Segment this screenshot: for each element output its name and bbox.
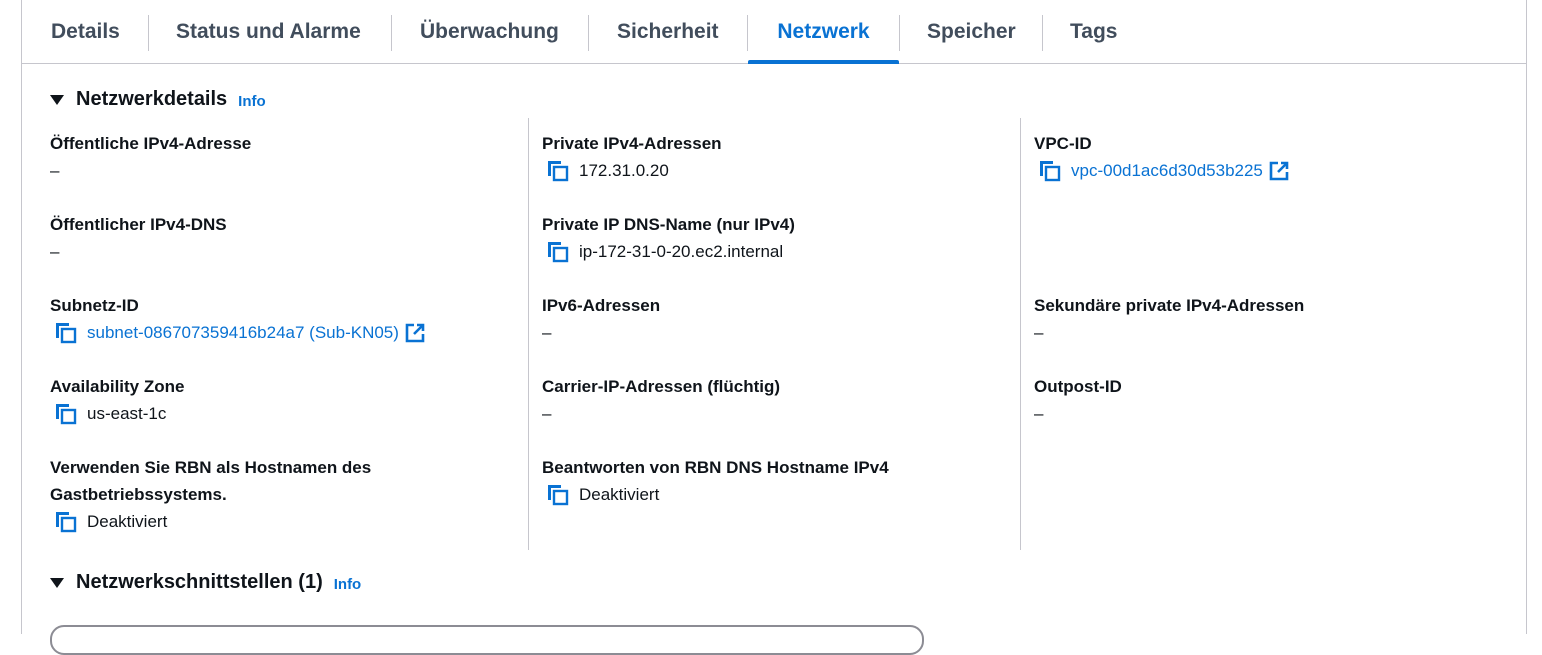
private-dns-field: Private IP DNS-Name (nur IPv4) ip-172-31… (542, 211, 795, 265)
network-details-header[interactable]: Netzwerkdetails Info (50, 88, 266, 111)
private-dns-value: ip-172-31-0-20.ec2.internal (579, 242, 784, 261)
availability-zone-value: us-east-1c (87, 404, 167, 423)
tab-tags[interactable]: Tags (1070, 0, 1117, 64)
tab-separator (1042, 15, 1043, 51)
public-dns-label: Öffentlicher IPv4-DNS (50, 215, 227, 234)
rbn-dns-field: Beantworten von RBN DNS Hostname IPv4 De… (542, 454, 889, 508)
network-interfaces-filter-input[interactable] (50, 625, 924, 655)
public-dns-field: Öffentlicher IPv4-DNS – (50, 211, 227, 265)
column-divider (1020, 118, 1021, 550)
secondary-ipv4-field: Sekundäre private IPv4-Adressen – (1034, 292, 1304, 346)
outpost-id-label: Outpost-ID (1034, 377, 1122, 396)
carrier-ip-field: Carrier-IP-Adressen (flüchtig) – (542, 373, 780, 427)
caret-down-icon[interactable] (50, 94, 64, 105)
column-divider (528, 118, 529, 550)
rbn-hostname-label-line1: Verwenden Sie RBN als Hostnamen des (50, 458, 372, 477)
secondary-ipv4-label: Sekundäre private IPv4-Adressen (1034, 296, 1305, 315)
tab-security[interactable]: Sicherheit (617, 0, 719, 64)
copy-icon[interactable] (54, 511, 78, 533)
tab-status-alarms[interactable]: Status und Alarme (176, 0, 361, 64)
tab-bar: Details Status und Alarme Überwachung Si… (22, 0, 1526, 64)
availability-zone-label: Availability Zone (50, 377, 185, 396)
secondary-ipv4-value: – (1034, 323, 1044, 342)
private-ipv4-value: 172.31.0.20 (579, 161, 669, 180)
subnet-id-field: Subnetz-ID subnet-086707359416b24a7 (Sub… (50, 292, 425, 346)
public-ipv4-label: Öffentliche IPv4-Adresse (50, 134, 252, 153)
network-interfaces-info-link[interactable]: Info (334, 576, 362, 593)
rbn-hostname-field: Verwenden Sie RBN als Hostnamen des Gast… (50, 454, 371, 535)
instance-details-panel: Details Status und Alarme Überwachung Si… (21, 0, 1527, 655)
copy-icon[interactable] (546, 160, 570, 182)
copy-icon[interactable] (546, 241, 570, 263)
public-ipv4-field: Öffentliche IPv4-Adresse – (50, 130, 251, 184)
vpc-id-field: VPC-ID vpc-00d1ac6d30d53b225 (1034, 130, 1289, 184)
private-ipv4-field: Private IPv4-Adressen 172.31.0.20 (542, 130, 722, 184)
network-details-info-link[interactable]: Info (238, 93, 266, 110)
tab-storage[interactable]: Speicher (927, 0, 1016, 64)
copy-icon[interactable] (54, 322, 78, 344)
rbn-hostname-value: Deaktiviert (87, 512, 168, 531)
tab-monitoring[interactable]: Überwachung (420, 0, 559, 64)
external-link-icon[interactable] (405, 323, 425, 343)
public-ipv4-value: – (50, 161, 60, 180)
external-link-icon[interactable] (1269, 161, 1289, 181)
caret-down-icon[interactable] (50, 577, 64, 588)
ipv6-field: IPv6-Adressen – (542, 292, 660, 346)
network-interfaces-header[interactable]: Netzwerkschnittstellen (1) Info (50, 571, 361, 594)
private-dns-label: Private IP DNS-Name (nur IPv4) (542, 215, 795, 234)
tab-separator (391, 15, 392, 51)
tab-details[interactable]: Details (51, 0, 120, 64)
subnet-id-link[interactable]: subnet-086707359416b24a7 (Sub-KN05) (87, 319, 399, 346)
private-ipv4-label: Private IPv4-Adressen (542, 134, 722, 153)
copy-icon[interactable] (546, 484, 570, 506)
tab-separator (899, 15, 900, 51)
outpost-id-field: Outpost-ID – (1034, 373, 1122, 427)
rbn-dns-value: Deaktiviert (579, 485, 660, 504)
carrier-ip-label: Carrier-IP-Adressen (flüchtig) (542, 377, 781, 396)
ipv6-label: IPv6-Adressen (542, 296, 661, 315)
subnet-id-label: Subnetz-ID (50, 296, 139, 315)
ipv6-value: – (542, 323, 552, 342)
tab-separator (588, 15, 589, 51)
rbn-dns-label: Beantworten von RBN DNS Hostname IPv4 (542, 458, 889, 477)
copy-icon[interactable] (1038, 160, 1062, 182)
availability-zone-field: Availability Zone us-east-1c (50, 373, 184, 427)
tab-separator (148, 15, 149, 51)
copy-icon[interactable] (54, 403, 78, 425)
tab-network[interactable]: Netzwerk (748, 0, 899, 64)
rbn-hostname-label-line2: Gastbetriebssystems. (50, 485, 227, 504)
vpc-id-label: VPC-ID (1034, 134, 1092, 153)
vpc-id-link[interactable]: vpc-00d1ac6d30d53b225 (1071, 157, 1263, 184)
public-dns-value: – (50, 242, 60, 261)
network-interfaces-title: Netzwerkschnittstellen (1) (76, 571, 323, 593)
carrier-ip-value: – (542, 404, 552, 423)
network-details-title: Netzwerkdetails (76, 88, 228, 110)
outpost-id-value: – (1034, 404, 1044, 423)
